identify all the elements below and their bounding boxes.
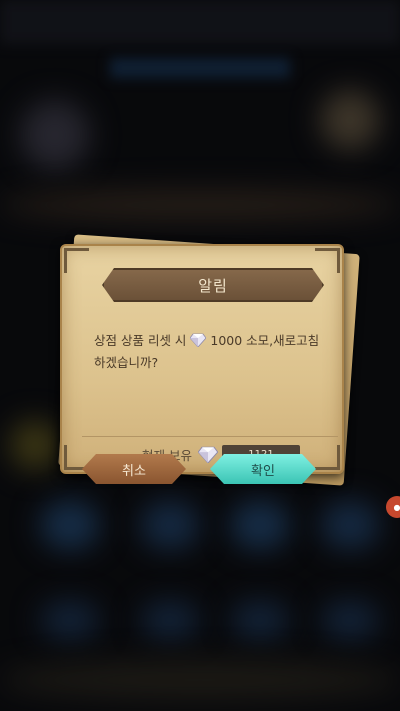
dialog-divider [82,436,338,437]
dialog-title: 알림 [198,276,228,295]
confirm-label: 확인 [251,463,275,479]
dialog-title-bar: 알림 [102,268,324,302]
cancel-button[interactable]: 취소 [82,454,186,484]
diamond-icon [197,446,218,463]
dialog-paper: 알림 상점 상품 리셋 시 1000 소모,새로고침하겠습니까? 현재 보유 1… [60,244,344,474]
corner-ornament [315,248,340,273]
corner-ornament [64,248,89,273]
cancel-label: 취소 [122,463,146,479]
confirm-button[interactable]: 확인 [210,454,316,484]
diamond-icon [190,333,207,347]
dialog-message: 상점 상품 리셋 시 1000 소모,새로고침하겠습니까? [94,330,324,374]
corner-ornament [315,445,340,470]
alert-dialog: 알림 상점 상품 리셋 시 1000 소모,새로고침하겠습니까? 현재 보유 1… [52,232,360,492]
message-prefix: 상점 상품 리셋 시 [94,333,187,348]
